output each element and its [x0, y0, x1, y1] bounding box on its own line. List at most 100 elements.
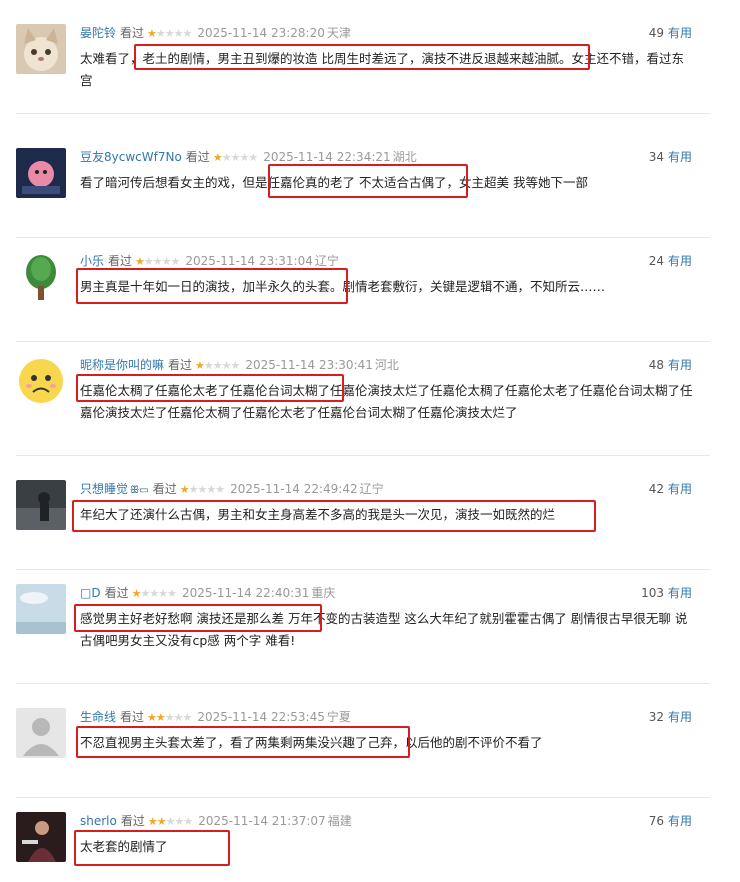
- star-empty-icon: ★: [164, 27, 175, 40]
- comment-meta: 只想睡觉 ꕥ▭ 看过 ★★★★★ 2025-11-14 22:49:42 辽宁: [80, 480, 384, 498]
- cat-face-avatar-icon[interactable]: [16, 24, 66, 74]
- star-empty-icon: ★: [230, 359, 241, 372]
- user-badge-icon: ꕥ▭: [130, 485, 149, 496]
- author-name[interactable]: 豆友8ycwcWf7No: [80, 150, 182, 164]
- comment-item: □D 看过 ★★★★★ 2025-11-14 22:40:31 重庆 103 有用 感觉男…: [0, 584, 740, 684]
- star-empty-icon: ★: [149, 587, 159, 600]
- star-empty-icon: ★: [203, 359, 214, 372]
- divider: [16, 455, 710, 456]
- star-filled-icon: ★: [179, 483, 190, 496]
- star-filled-icon: ★: [147, 711, 157, 724]
- vote-count: 32 有用: [649, 708, 692, 726]
- vote-number: 24: [648, 254, 664, 268]
- comment-time: 2025-11-14 22:49:42: [230, 482, 358, 496]
- comment-time: 2025-11-14 23:28:20: [197, 26, 325, 40]
- star-empty-icon: ★: [221, 359, 232, 372]
- watched-label: 看过: [104, 586, 129, 600]
- vote-count: 48 有用: [649, 356, 692, 374]
- useful-vote-button[interactable]: 有用: [668, 482, 692, 496]
- star-empty-icon: ★: [165, 815, 176, 828]
- comment-meta: 晏陀铃 看过 ★★★★★ 2025-11-14 23:28:20 天津: [80, 24, 351, 42]
- vote-count: 49 有用: [649, 24, 692, 42]
- comment-meta: 豆友8ycwcWf7No 看过 ★★★★★ 2025-11-14 22:34:21 湖北: [80, 148, 417, 166]
- comment-text: 看了暗河传后想看女主的戏，但是任嘉伦真的老了 不太适合古偶了，女主超美 我等她下…: [80, 175, 588, 190]
- vote-count: 76 有用: [649, 812, 692, 830]
- sky-photo-avatar-icon[interactable]: [16, 584, 66, 634]
- star-empty-icon: ★: [140, 587, 150, 600]
- divider: [16, 569, 710, 570]
- comment-item: 昵称是你叫的嘛 看过 ★★★★★ 2025-11-14 23:30:41 河北 48 有用…: [0, 356, 740, 456]
- vote-number: 42: [648, 482, 664, 496]
- star-filled-icon: ★: [147, 815, 158, 828]
- star-empty-icon: ★: [158, 587, 168, 600]
- author-name[interactable]: 生命线: [80, 710, 116, 724]
- comment-text: 男主真是十年如一日的演技，加半永久的头套。剧情老套敷衍，关键是逻辑不通，不知所云…: [80, 279, 606, 294]
- comment-meta: 昵称是你叫的嘛 看过 ★★★★★ 2025-11-14 23:30:41 河北: [80, 356, 399, 374]
- useful-vote-button[interactable]: 有用: [668, 710, 692, 724]
- vote-number: 34: [648, 150, 664, 164]
- comment-meta: 生命线 看过 ★★★★★ 2025-11-14 22:53:45 宁夏: [80, 708, 351, 726]
- comment-text: 年纪大了还演什么古偶，男主和女主身高差不多高的我是头一次见，演技一如既然的烂: [80, 507, 556, 522]
- vote-number: 48: [648, 358, 664, 372]
- author-name[interactable]: 只想睡觉: [80, 482, 128, 496]
- divider: [16, 797, 710, 798]
- star-empty-icon: ★: [167, 587, 177, 600]
- vote-count: 34 有用: [649, 148, 692, 166]
- watched-label: 看过: [168, 358, 193, 372]
- star-empty-icon: ★: [164, 711, 175, 724]
- useful-vote-button[interactable]: 有用: [668, 586, 692, 600]
- comment-time: 2025-11-14 23:31:04: [185, 254, 313, 268]
- useful-vote-button[interactable]: 有用: [668, 150, 692, 164]
- watched-label: 看过: [120, 814, 145, 828]
- vote-count: 42 有用: [649, 480, 692, 498]
- star-empty-icon: ★: [215, 483, 225, 496]
- rating-stars: ★★★★★: [195, 357, 241, 375]
- person-photo-avatar-icon[interactable]: [16, 812, 66, 862]
- author-name[interactable]: 晏陀铃: [80, 26, 116, 40]
- star-empty-icon: ★: [221, 151, 232, 164]
- useful-vote-button[interactable]: 有用: [668, 814, 692, 828]
- comment-location: 湖北: [392, 150, 417, 164]
- vote-number: 49: [648, 26, 664, 40]
- divider: [16, 683, 710, 684]
- divider: [16, 113, 710, 114]
- vote-number: 76: [648, 814, 664, 828]
- star-empty-icon: ★: [143, 255, 154, 268]
- divider: [16, 341, 710, 342]
- vote-number: 32: [648, 710, 664, 724]
- author-name[interactable]: sherlo: [80, 814, 117, 828]
- star-empty-icon: ★: [170, 255, 181, 268]
- comment-meta: □D 看过 ★★★★★ 2025-11-14 22:40:31 重庆: [80, 584, 335, 602]
- author-name[interactable]: 小乐: [80, 254, 104, 268]
- author-name[interactable]: □D: [80, 586, 101, 600]
- rating-stars: ★★★★★: [213, 149, 258, 167]
- worried-emoji-avatar-icon[interactable]: [16, 356, 66, 406]
- comment-location: 辽宁: [314, 254, 339, 268]
- comment-location: 河北: [374, 358, 399, 372]
- useful-vote-button[interactable]: 有用: [668, 26, 692, 40]
- author-name[interactable]: 昵称是你叫的嘛: [80, 358, 164, 372]
- comment-location: 天津: [326, 26, 351, 40]
- watched-label: 看过: [108, 254, 133, 268]
- useful-vote-button[interactable]: 有用: [668, 358, 692, 372]
- watched-label: 看过: [120, 26, 145, 40]
- default-user-avatar-icon[interactable]: [16, 708, 66, 758]
- comment-time: 2025-11-14 22:40:31: [181, 586, 310, 600]
- useful-vote-button[interactable]: 有用: [668, 254, 692, 268]
- comment-time: 2025-11-14 22:53:45: [197, 710, 325, 724]
- tree-avatar-icon[interactable]: [16, 252, 66, 302]
- star-empty-icon: ★: [161, 255, 172, 268]
- comment-location: 重庆: [311, 586, 336, 600]
- star-filled-icon: ★: [135, 255, 145, 268]
- comment-item: 豆友8ycwcWf7No 看过 ★★★★★ 2025-11-14 22:34:21 湖北…: [0, 148, 740, 238]
- star-filled-icon: ★: [147, 27, 157, 40]
- comment-meta: sherlo 看过 ★★★★★ 2025-11-14 21:37:07 福建: [80, 812, 352, 830]
- comment-location: 福建: [327, 814, 352, 828]
- star-empty-icon: ★: [182, 27, 193, 40]
- star-empty-icon: ★: [212, 359, 223, 372]
- comment-time: 2025-11-14 22:34:21: [263, 150, 391, 164]
- pink-character-avatar-icon[interactable]: [16, 148, 66, 198]
- comment-item: 晏陀铃 看过 ★★★★★ 2025-11-14 23:28:20 天津 49 有用 太难看…: [0, 24, 740, 114]
- dark-photo-avatar-icon[interactable]: [16, 480, 66, 530]
- star-filled-icon: ★: [155, 711, 166, 724]
